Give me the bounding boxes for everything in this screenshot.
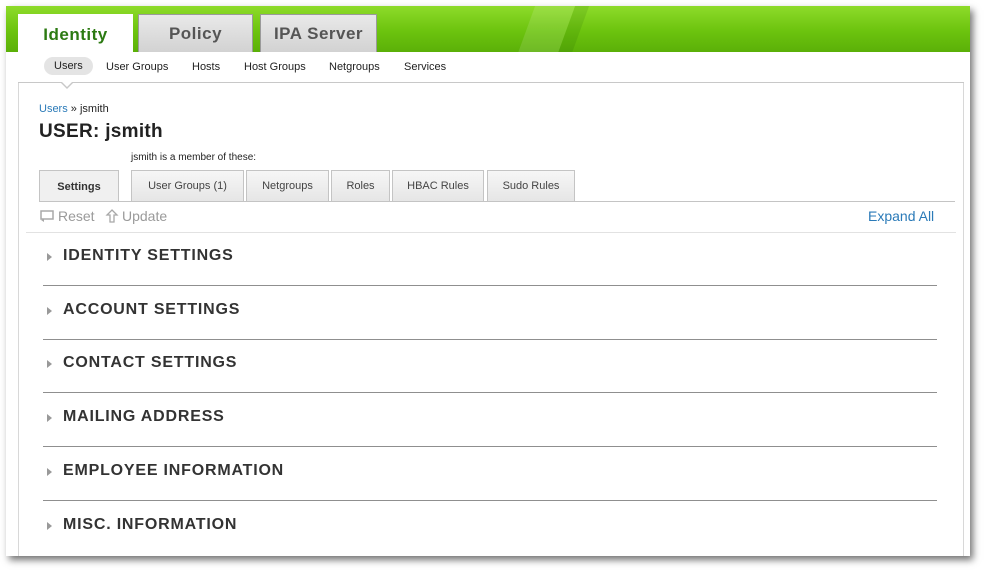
reset-label: Reset [58, 208, 95, 224]
reset-button[interactable]: Reset [40, 208, 95, 224]
facet-tab-netgroups[interactable]: Netgroups [246, 170, 329, 201]
section-identity-settings[interactable]: IDENTITY SETTINGS [43, 232, 937, 286]
tab-policy[interactable]: Policy [138, 14, 253, 52]
section-label: EMPLOYEE INFORMATION [63, 462, 285, 479]
facet-tab-settings[interactable]: Settings [39, 170, 119, 202]
section-account-settings[interactable]: ACCOUNT SETTINGS [43, 286, 937, 340]
sub-navigation: Users User Groups Hosts Host Groups Netg… [18, 52, 964, 83]
tab-identity[interactable]: Identity [18, 14, 133, 54]
expand-arrow-icon [47, 414, 52, 422]
member-note: jsmith is a member of these: [131, 152, 257, 163]
top-navigation-bar: Identity Policy IPA Server [6, 6, 970, 66]
expand-all-link[interactable]: Expand All [868, 208, 934, 224]
facet-tab-user-groups[interactable]: User Groups (1) [131, 170, 244, 201]
section-employee-information[interactable]: EMPLOYEE INFORMATION [43, 447, 937, 501]
breadcrumb-users-link[interactable]: Users [39, 103, 68, 115]
update-icon [105, 209, 119, 223]
section-misc-information[interactable]: MISC. INFORMATION [43, 501, 937, 555]
section-mailing-address[interactable]: MAILING ADDRESS [43, 393, 937, 447]
page-title: USER: jsmith [39, 121, 163, 142]
facet-tabs-baseline [39, 201, 955, 202]
active-subnav-pointer-fill [61, 81, 73, 87]
subnav-netgroups[interactable]: Netgroups [329, 61, 380, 73]
subnav-host-groups[interactable]: Host Groups [244, 61, 306, 73]
content-border-left [18, 52, 19, 556]
tab-ipa-server[interactable]: IPA Server [260, 14, 377, 52]
update-label: Update [122, 208, 168, 224]
subnav-hosts[interactable]: Hosts [192, 61, 220, 73]
section-label: ACCOUNT SETTINGS [63, 301, 241, 318]
facet-tab-sudo-rules[interactable]: Sudo Rules [487, 170, 575, 201]
expand-arrow-icon [47, 360, 52, 368]
subnav-user-groups[interactable]: User Groups [106, 61, 168, 73]
section-label: MISC. INFORMATION [63, 516, 238, 533]
update-button[interactable]: Update [105, 208, 167, 224]
section-contact-settings[interactable]: CONTACT SETTINGS [43, 339, 937, 393]
breadcrumb-separator: » [70, 103, 77, 115]
subnav-users[interactable]: Users [44, 57, 93, 75]
subnav-services[interactable]: Services [404, 61, 446, 73]
expand-arrow-icon [47, 468, 52, 476]
reset-icon [40, 209, 54, 222]
expand-arrow-icon [47, 307, 52, 315]
content-border-right [963, 52, 964, 556]
breadcrumb: Users » jsmith [39, 103, 109, 115]
section-label: CONTACT SETTINGS [63, 354, 238, 371]
expand-arrow-icon [47, 253, 52, 261]
section-label: IDENTITY SETTINGS [63, 247, 234, 264]
app-window: Identity Policy IPA Server Users User Gr… [6, 6, 970, 556]
breadcrumb-current: jsmith [79, 103, 109, 115]
expand-arrow-icon [47, 522, 52, 530]
facet-tab-hbac-rules[interactable]: HBAC Rules [392, 170, 484, 201]
facet-tab-roles[interactable]: Roles [331, 170, 390, 201]
section-label: MAILING ADDRESS [63, 408, 225, 425]
